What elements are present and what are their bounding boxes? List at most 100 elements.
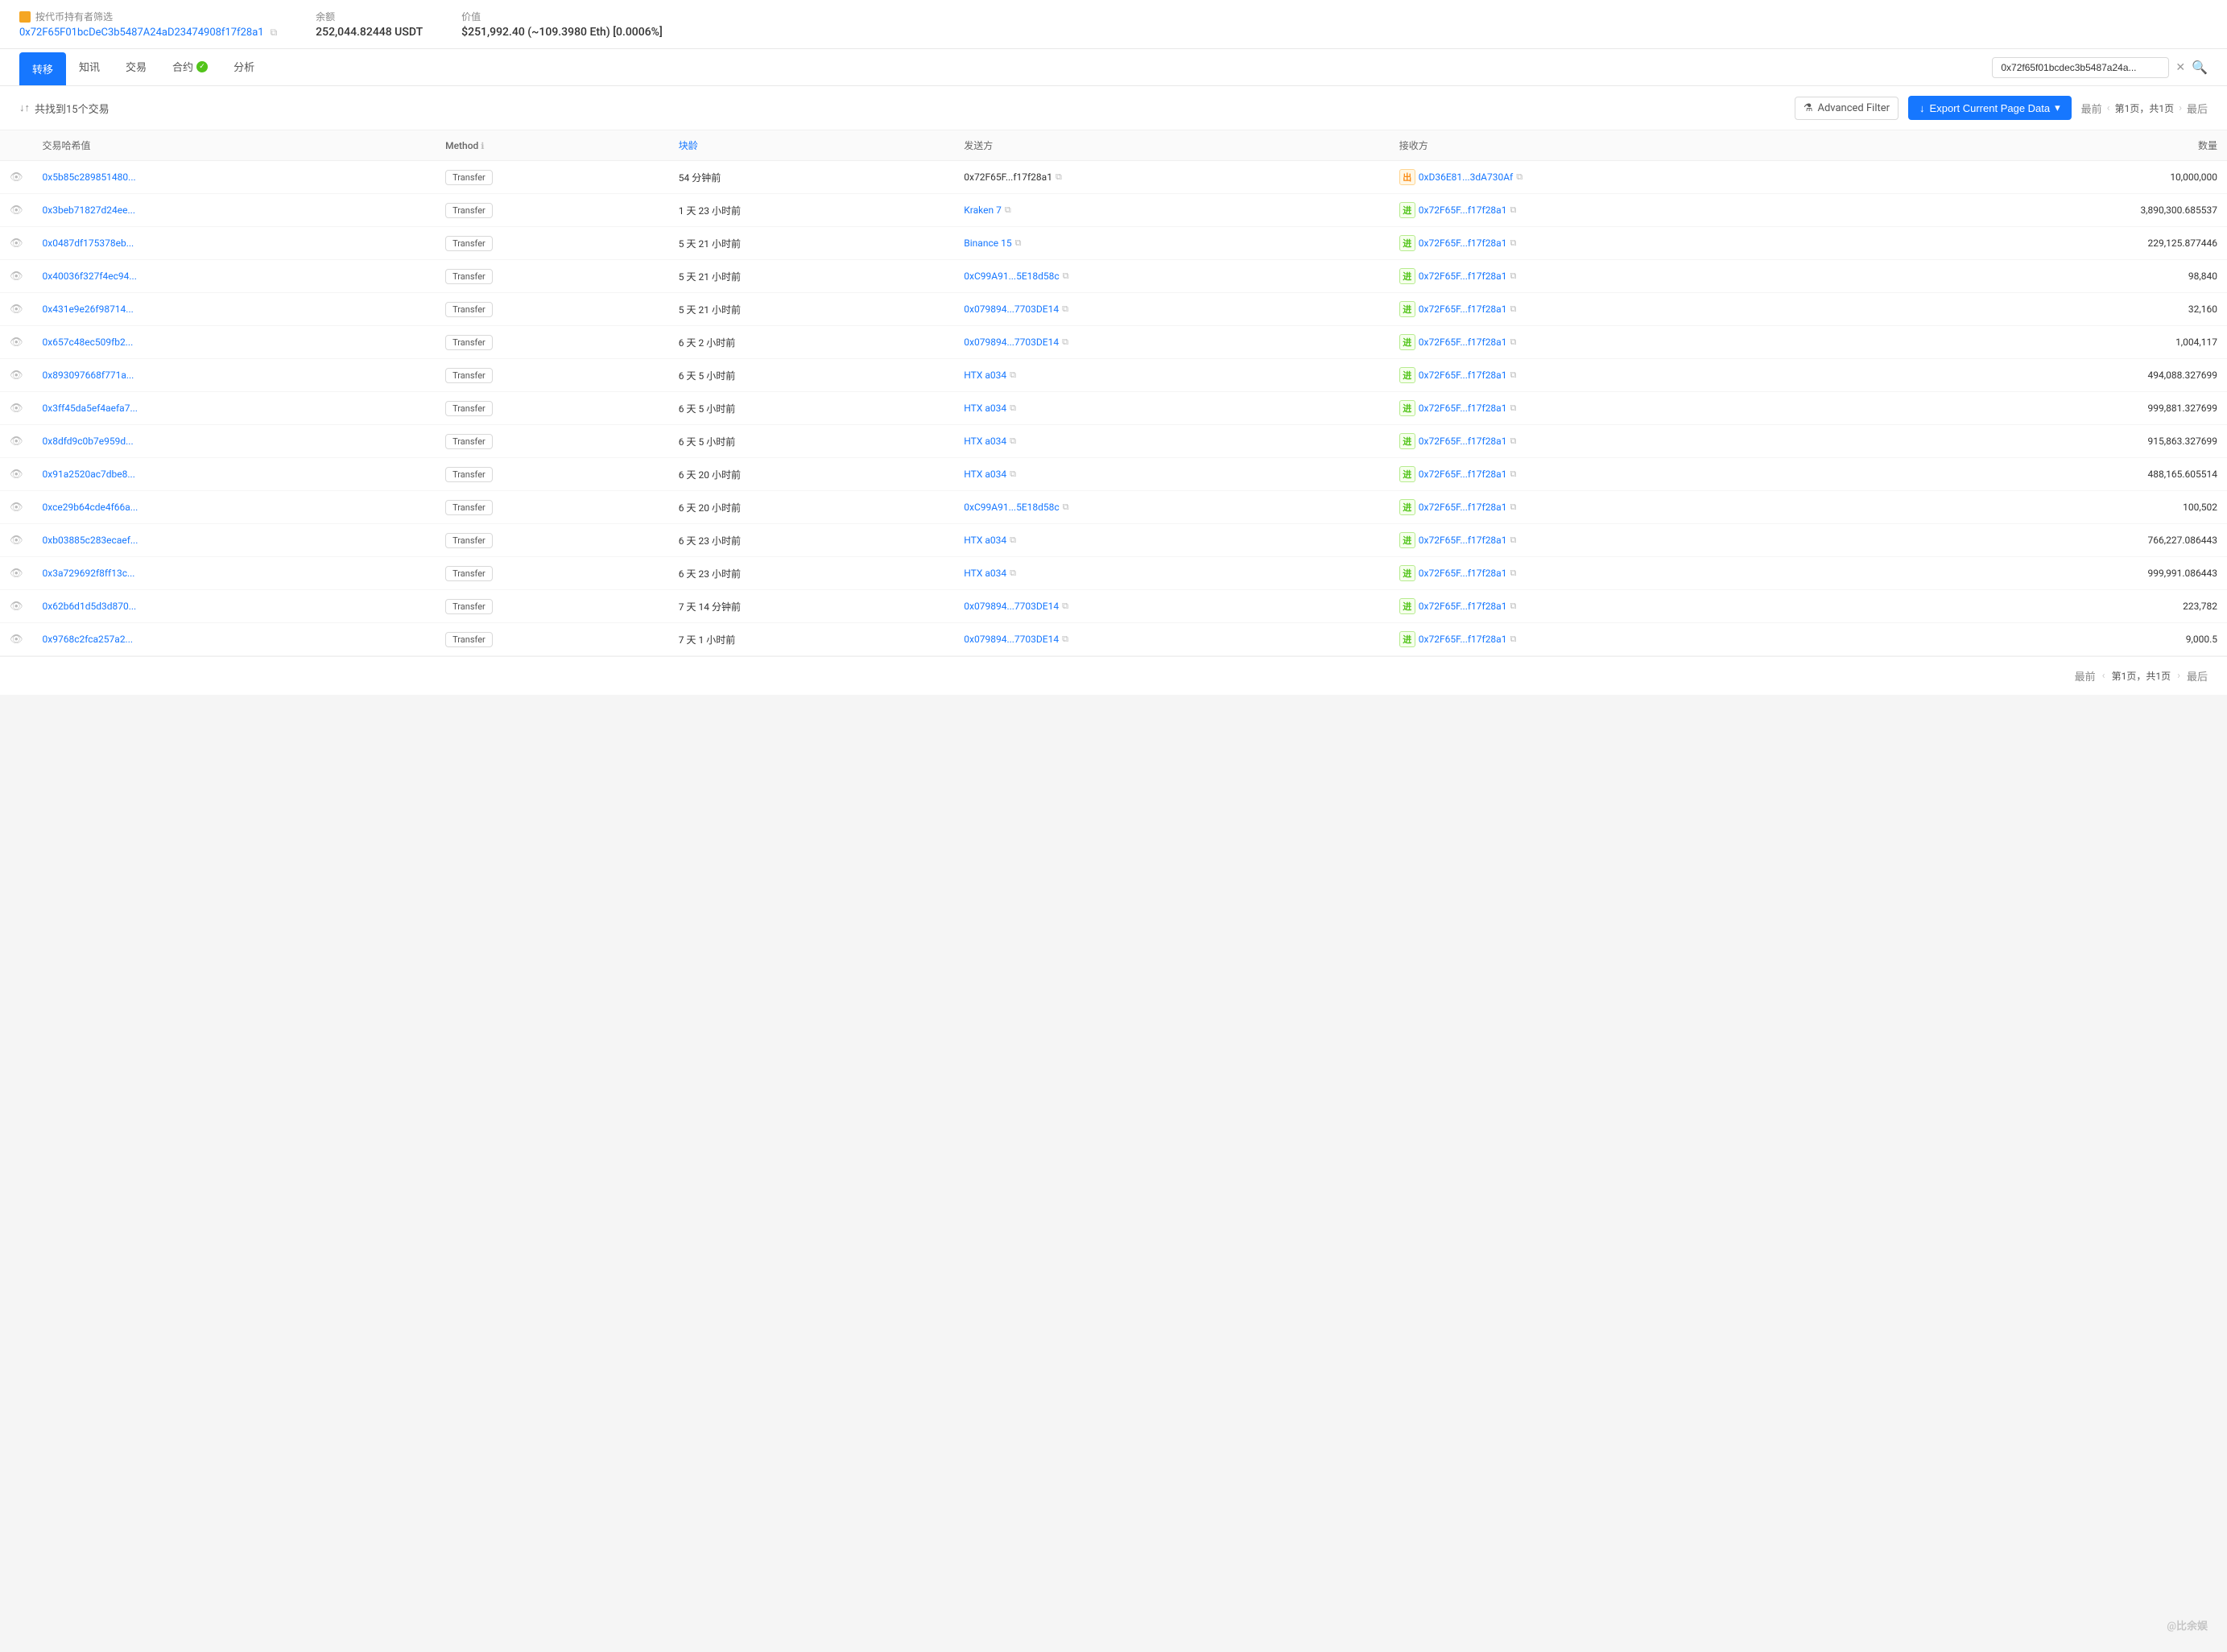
to-address-link[interactable]: 0x72F65F...f17f28a1 — [1419, 502, 1507, 513]
tx-hash-link[interactable]: 0x8dfd9c0b7e959d... — [43, 436, 134, 447]
copy-to-icon[interactable]: ⧉ — [1510, 568, 1516, 579]
from-address-link[interactable]: Kraken 7 — [964, 204, 1002, 216]
from-address-link[interactable]: 0x079894...7703DE14 — [964, 634, 1059, 645]
copy-from-icon[interactable]: ⧉ — [1015, 237, 1022, 249]
copy-to-icon[interactable]: ⧉ — [1510, 535, 1516, 546]
copy-from-icon[interactable]: ⧉ — [1010, 403, 1016, 414]
tx-hash-link[interactable]: 0x3a729692f8ff13c... — [43, 568, 135, 579]
tx-hash-link[interactable]: 0x3beb71827d24ee... — [43, 204, 135, 216]
last-page-button[interactable]: 最后 — [2187, 101, 2208, 116]
copy-to-icon[interactable]: ⧉ — [1510, 370, 1516, 381]
to-address-link[interactable]: 0x72F65F...f17f28a1 — [1419, 403, 1507, 414]
to-address-link[interactable]: 0x72F65F...f17f28a1 — [1419, 535, 1507, 546]
tx-hash-link[interactable]: 0x62b6d1d5d3d870... — [43, 601, 137, 612]
copy-to-icon[interactable]: ⧉ — [1510, 436, 1516, 447]
from-address-link[interactable]: 0xC99A91...5E18d58c — [964, 271, 1059, 282]
tab-contract[interactable]: 合约 ✓ — [159, 50, 221, 85]
to-address-link[interactable]: 0x72F65F...f17f28a1 — [1419, 271, 1507, 282]
copy-from-icon[interactable]: ⧉ — [1010, 370, 1016, 381]
copy-from-icon[interactable]: ⧉ — [1062, 337, 1068, 348]
bottom-prev-button[interactable]: ‹ — [2102, 670, 2105, 682]
address-display[interactable]: 0x72F65F01bcDeC3b5487A24aD23474908f17f28… — [19, 27, 264, 39]
copy-to-icon[interactable]: ⧉ — [1510, 469, 1516, 480]
eye-icon[interactable]: 👁 — [10, 204, 23, 217]
prev-page-button[interactable]: ‹ — [2107, 102, 2110, 114]
first-page-button[interactable]: 最前 — [2081, 101, 2102, 116]
bottom-next-button[interactable]: › — [2177, 670, 2180, 682]
copy-from-icon[interactable]: ⧉ — [1062, 634, 1068, 645]
tx-hash-link[interactable]: 0xb03885c283ecaef... — [43, 535, 138, 546]
copy-to-icon[interactable]: ⧉ — [1510, 237, 1516, 249]
eye-icon[interactable]: 👁 — [10, 436, 23, 448]
to-address-link[interactable]: 0x72F65F...f17f28a1 — [1419, 204, 1507, 216]
eye-icon[interactable]: 👁 — [10, 568, 23, 580]
copy-from-icon[interactable]: ⧉ — [1010, 535, 1016, 546]
to-address-link[interactable]: 0x72F65F...f17f28a1 — [1419, 370, 1507, 381]
tab-transfer[interactable]: 转移 — [19, 52, 66, 85]
copy-to-icon[interactable]: ⧉ — [1510, 634, 1516, 645]
from-address-link[interactable]: HTX a034 — [964, 535, 1006, 546]
tx-hash-link[interactable]: 0x91a2520ac7dbe8... — [43, 469, 135, 480]
from-address-link[interactable]: 0x079894...7703DE14 — [964, 601, 1059, 612]
tx-hash-link[interactable]: 0x3ff45da5ef4aefa7... — [43, 403, 138, 414]
eye-icon[interactable]: 👁 — [10, 171, 23, 184]
export-button[interactable]: ↓ Export Current Page Data ▾ — [1908, 96, 2072, 120]
bottom-last-button[interactable]: 最后 — [2187, 668, 2208, 684]
to-address-link[interactable]: 0x72F65F...f17f28a1 — [1419, 601, 1507, 612]
from-address-link[interactable]: 0x079894...7703DE14 — [964, 304, 1059, 315]
from-address-link[interactable]: HTX a034 — [964, 568, 1006, 579]
tab-trade[interactable]: 交易 — [113, 50, 159, 85]
tx-hash-link[interactable]: 0x0487df175378eb... — [43, 237, 134, 249]
eye-icon[interactable]: 👁 — [10, 403, 23, 415]
from-address-link[interactable]: HTX a034 — [964, 436, 1006, 447]
copy-to-icon[interactable]: ⧉ — [1510, 502, 1516, 513]
bottom-first-button[interactable]: 最前 — [2075, 668, 2096, 684]
from-address-link[interactable]: Binance 15 — [964, 237, 1011, 249]
copy-to-icon[interactable]: ⧉ — [1510, 304, 1516, 315]
next-page-button[interactable]: › — [2179, 102, 2182, 114]
copy-from-icon[interactable]: ⧉ — [1063, 271, 1069, 282]
from-address-link[interactable]: HTX a034 — [964, 469, 1006, 480]
from-address-link[interactable]: HTX a034 — [964, 370, 1006, 381]
to-address-link[interactable]: 0x72F65F...f17f28a1 — [1419, 469, 1507, 480]
tx-hash-link[interactable]: 0x431e9e26f98714... — [43, 304, 134, 315]
tx-hash-link[interactable]: 0x893097668f771a... — [43, 370, 134, 381]
eye-icon[interactable]: 👁 — [10, 337, 23, 349]
to-address-link[interactable]: 0x72F65F...f17f28a1 — [1419, 436, 1507, 447]
search-icon[interactable]: 🔍 — [2192, 60, 2208, 75]
copy-from-icon[interactable]: ⧉ — [1010, 568, 1016, 579]
copy-from-icon[interactable]: ⧉ — [1005, 204, 1011, 216]
copy-to-icon[interactable]: ⧉ — [1510, 601, 1516, 612]
to-address-link[interactable]: 0x72F65F...f17f28a1 — [1419, 337, 1507, 348]
eye-icon[interactable]: 👁 — [10, 601, 23, 613]
copy-to-icon[interactable]: ⧉ — [1510, 271, 1516, 282]
search-clear-icon[interactable]: ✕ — [2175, 61, 2185, 74]
eye-icon[interactable]: 👁 — [10, 271, 23, 283]
tx-hash-link[interactable]: 0x40036f327f4ec94... — [43, 271, 137, 282]
to-address-link[interactable]: 0x72F65F...f17f28a1 — [1419, 568, 1507, 579]
eye-icon[interactable]: 👁 — [10, 469, 23, 481]
tab-analysis[interactable]: 分析 — [221, 50, 267, 85]
copy-from-icon[interactable]: ⧉ — [1056, 171, 1062, 183]
copy-to-icon[interactable]: ⧉ — [1516, 171, 1523, 183]
copy-address-icon[interactable]: ⧉ — [271, 27, 278, 39]
copy-from-icon[interactable]: ⧉ — [1010, 436, 1016, 447]
from-address-link[interactable]: HTX a034 — [964, 403, 1006, 414]
copy-to-icon[interactable]: ⧉ — [1510, 337, 1516, 348]
tx-hash-link[interactable]: 0x9768c2fca257a2... — [43, 634, 134, 645]
eye-icon[interactable]: 👁 — [10, 502, 23, 514]
copy-to-icon[interactable]: ⧉ — [1510, 403, 1516, 414]
tab-news[interactable]: 知讯 — [66, 50, 113, 85]
copy-from-icon[interactable]: ⧉ — [1062, 304, 1068, 315]
eye-icon[interactable]: 👁 — [10, 237, 23, 250]
eye-icon[interactable]: 👁 — [10, 535, 23, 547]
copy-from-icon[interactable]: ⧉ — [1062, 601, 1068, 612]
search-address-input[interactable] — [1992, 57, 2169, 78]
to-address-link[interactable]: 0x72F65F...f17f28a1 — [1419, 304, 1507, 315]
copy-from-icon[interactable]: ⧉ — [1010, 469, 1016, 480]
eye-icon[interactable]: 👁 — [10, 634, 23, 646]
to-address-link[interactable]: 0xD36E81...3dA730Af — [1419, 171, 1513, 183]
eye-icon[interactable]: 👁 — [10, 304, 23, 316]
to-address-link[interactable]: 0x72F65F...f17f28a1 — [1419, 237, 1507, 249]
tx-hash-link[interactable]: 0xce29b64cde4f66a... — [43, 502, 138, 513]
